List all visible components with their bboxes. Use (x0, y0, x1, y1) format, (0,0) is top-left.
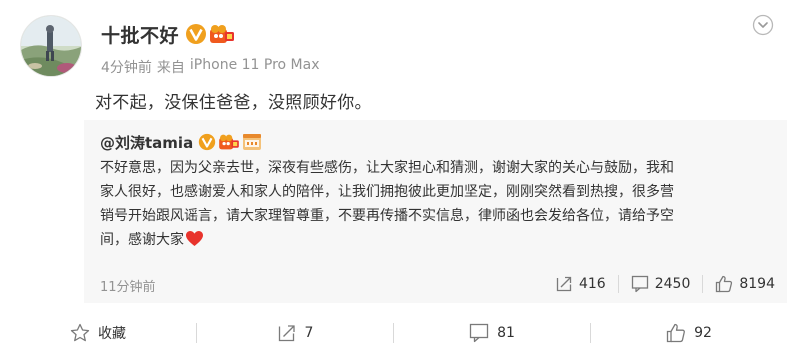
repost-text-line: 不好意思，因为父亲去世，深夜有些感伤，让大家担心和猜测，谢谢大家的关心与鼓励，我… (100, 160, 674, 176)
star-icon (70, 323, 90, 342)
chevron-down-icon[interactable] (752, 14, 774, 36)
repost-button[interactable]: 7 (197, 313, 393, 353)
fan-badge-icon[interactable] (209, 23, 235, 45)
verified-v-badge-icon[interactable] (198, 133, 216, 151)
post-toolbar: 收藏 7 81 92 (0, 313, 787, 353)
repost-text-last-line: 间，感谢大家 (100, 228, 780, 252)
repost-icon (278, 325, 295, 342)
comment-button[interactable]: 81 (394, 313, 590, 353)
repost-card[interactable]: @刘涛tamia 不好意思，因为父亲去世，深夜有些感伤，让大家担心和猜测，谢谢大… (84, 120, 787, 303)
post-text: 对不起，没保住爸爸，没照顾好你。 (95, 93, 372, 113)
author-row: 十批不好 (101, 20, 235, 48)
repost-author-row: @刘涛tamia (100, 130, 262, 154)
repost-time[interactable]: 11分钟前 (100, 276, 156, 295)
thumbs-up-icon (666, 323, 686, 343)
avatar-image (21, 16, 81, 76)
like-button[interactable]: 92 (591, 313, 787, 353)
repost-forward-button[interactable]: 416 (543, 272, 618, 296)
comment-icon (631, 275, 648, 293)
weibo-post: 十批不好 4分钟前 来自 iPhone 11 Pro Max 对不起，没保住爸爸… (0, 0, 787, 358)
author-name[interactable]: 十批不好 (101, 21, 179, 48)
repost-comment-count: 2450 (654, 276, 691, 292)
post-source-prefix: 来自 (156, 60, 185, 76)
heart-icon (186, 230, 203, 247)
repost-comment-button[interactable]: 2450 (619, 272, 703, 296)
avatar[interactable] (20, 15, 82, 77)
repost-text-line: 间，感谢大家 (100, 232, 184, 248)
repost-forward-count: 416 (578, 276, 606, 292)
repost-actions: 416 2450 8194 (543, 272, 787, 296)
repost-like-button[interactable]: 8194 (703, 272, 787, 296)
comment-count: 81 (497, 325, 515, 341)
repost-like-count: 8194 (739, 276, 775, 292)
favorite-label: 收藏 (98, 326, 126, 342)
movie-badge-icon[interactable] (242, 133, 262, 151)
fan-badge-icon[interactable] (218, 133, 240, 151)
post-source-device[interactable]: iPhone 11 Pro Max (190, 57, 320, 77)
comment-icon (469, 323, 489, 343)
post-meta: 4分钟前 来自 iPhone 11 Pro Max (101, 57, 320, 77)
thumbs-up-icon (716, 275, 733, 293)
repost-author-name[interactable]: @刘涛tamia (100, 132, 193, 153)
repost-text: 不好意思，因为父亲去世，深夜有些感伤，让大家担心和猜测，谢谢大家的关心与鼓励，我… (100, 156, 780, 252)
repost-text-line: 家人很好，也感谢爱人和家人的陪伴，让我们拥抱彼此更加坚定，刚刚突然看到热搜，很多… (100, 184, 674, 200)
favorite-button[interactable]: 收藏 (0, 313, 196, 353)
like-count: 92 (694, 325, 712, 341)
repost-icon (556, 276, 572, 292)
repost-count: 7 (304, 325, 314, 341)
verified-v-badge-icon[interactable] (185, 23, 207, 45)
repost-text-line: 销号开始跟风谣言，请大家理智尊重，不要再传播不实信息，律师函也会发给各位，请给予… (100, 208, 674, 224)
post-time[interactable]: 4分钟前 (101, 57, 152, 77)
